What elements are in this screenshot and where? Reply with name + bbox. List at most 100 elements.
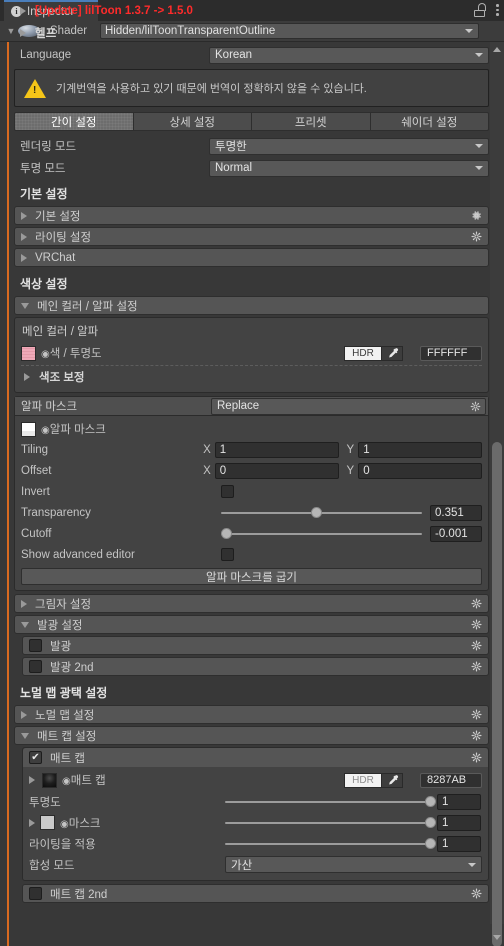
eyedropper-icon[interactable] xyxy=(381,345,403,361)
main-color-texture-thumb[interactable] xyxy=(21,345,36,361)
offset-x-field[interactable]: 0 xyxy=(214,462,339,479)
matcap-transparency-value: 1 xyxy=(442,795,449,808)
invert-row: Invert xyxy=(21,481,482,502)
show-advanced-checkbox[interactable] xyxy=(221,548,234,561)
settings-tabstrip: 간이 설정 상세 설정 프리셋 쉐이더 설정 xyxy=(14,112,489,131)
foldout-hue-correction[interactable]: 색조 보정 xyxy=(21,366,482,387)
foldout-basic-settings[interactable]: 기본 설정 xyxy=(14,206,489,225)
tab-shader-settings[interactable]: 쉐이더 설정 xyxy=(370,112,489,131)
transparency-slider[interactable] xyxy=(221,506,422,519)
language-dropdown[interactable]: Korean xyxy=(209,46,489,64)
matcap-transparency-field[interactable]: 1 xyxy=(437,793,481,810)
matcap-hdr-button[interactable]: HDR xyxy=(344,772,381,788)
matcap-2nd-checkbox[interactable] xyxy=(29,887,42,900)
slider-knob[interactable] xyxy=(424,817,436,828)
cutoff-slider[interactable] xyxy=(221,527,422,540)
emission-2nd-checkbox[interactable] xyxy=(29,660,42,673)
tiling-x-field[interactable]: 1 xyxy=(214,441,339,458)
foldout-emission-settings[interactable]: 발광 설정 xyxy=(14,615,489,634)
matcap-mask-thumb[interactable] xyxy=(40,815,55,830)
foldout-matcap-settings[interactable]: 매트 캡 설정 xyxy=(14,726,489,745)
foldout-label: 기본 설정 xyxy=(35,210,81,223)
gear-icon[interactable] xyxy=(471,598,482,609)
matcap-blend-mode-dropdown[interactable]: 가산 xyxy=(225,856,482,873)
help-label: 헬프 xyxy=(35,28,57,40)
triangle-right-icon xyxy=(21,253,27,262)
foldout-vrchat[interactable]: VRChat xyxy=(14,248,489,267)
gear-icon[interactable] xyxy=(471,730,482,741)
tab-label: 간이 설정 xyxy=(50,116,97,129)
gear-icon[interactable] xyxy=(471,231,482,242)
foldout-matcap-2nd[interactable]: 매트 캡 2nd xyxy=(22,884,489,903)
foldout-emission[interactable]: 발광 xyxy=(22,636,489,655)
rendering-mode-dropdown[interactable]: 투명한 xyxy=(209,137,489,155)
triangle-right-icon[interactable] xyxy=(29,776,35,784)
gear-icon[interactable] xyxy=(471,619,482,630)
slider-knob[interactable] xyxy=(221,528,232,539)
triangle-down-icon xyxy=(21,621,29,628)
alpha-mask-texture-thumb[interactable] xyxy=(21,421,36,437)
chevron-down-icon xyxy=(475,53,483,57)
scroll-down-button[interactable] xyxy=(491,932,503,942)
offset-y-field[interactable]: 0 xyxy=(358,462,482,479)
main-color-hex-field[interactable]: FFFFFF xyxy=(420,345,482,361)
matcap-texture-thumb[interactable] xyxy=(42,772,57,788)
tiling-label: Tiling xyxy=(21,443,49,456)
tab-simple-settings[interactable]: 간이 설정 xyxy=(14,112,134,131)
foldout-lighting-settings[interactable]: 라이팅 설정 xyxy=(14,227,489,246)
slider-knob[interactable] xyxy=(424,796,436,807)
bake-alpha-mask-button[interactable]: 알파 마스크를 굽기 xyxy=(21,568,482,585)
foldout-label: 발광 설정 xyxy=(37,619,83,632)
matcap-mask-field[interactable]: 1 xyxy=(437,814,481,831)
foldout-normal-map-settings[interactable]: 노멀 맵 설정 xyxy=(14,705,489,724)
tab-preset[interactable]: 프리셋 xyxy=(252,112,371,131)
gear-icon[interactable] xyxy=(471,752,482,763)
transparent-mode-dropdown[interactable]: Normal xyxy=(209,159,489,177)
vertical-scrollbar[interactable] xyxy=(490,42,504,946)
gear-icon[interactable] xyxy=(471,640,482,651)
transparency-field[interactable]: 0.351 xyxy=(430,504,482,521)
matcap-blend-mode-row: 합성 모드 가산 xyxy=(29,854,482,875)
matcap-toggle-header[interactable]: 매트 캡 xyxy=(23,748,488,767)
invert-checkbox[interactable] xyxy=(221,485,234,498)
foldout-shadow-settings[interactable]: 그림자 설정 xyxy=(14,594,489,613)
gear-icon[interactable] xyxy=(471,210,482,221)
triangle-right-icon[interactable] xyxy=(29,818,35,827)
matcap-apply-lighting-field[interactable]: 1 xyxy=(437,835,481,852)
alpha-mask-label: 알파 마스크 xyxy=(21,401,78,413)
emission-checkbox[interactable] xyxy=(29,639,42,652)
help-foldout[interactable]: 헬프 xyxy=(14,22,489,44)
gear-icon[interactable] xyxy=(471,709,482,720)
foldout-main-color-alpha[interactable]: 메인 컬러 / 알파 설정 xyxy=(14,296,489,315)
foldout-label: 발광 2nd xyxy=(50,661,94,674)
gear-icon[interactable] xyxy=(470,401,481,412)
scrollbar-thumb[interactable] xyxy=(492,442,502,946)
matcap-hex-field[interactable]: 8287AB xyxy=(420,772,482,788)
triangle-right-icon xyxy=(20,29,26,37)
show-advanced-label: Show advanced editor xyxy=(21,548,135,561)
eyedropper-icon[interactable] xyxy=(381,772,403,788)
scroll-up-button[interactable] xyxy=(491,44,503,54)
alpha-mask-header: 알파 마스크 Replace xyxy=(15,397,488,416)
gear-icon[interactable] xyxy=(471,888,482,899)
tab-detailed-settings[interactable]: 상세 설정 xyxy=(133,112,252,131)
cutoff-label: Cutoff xyxy=(21,527,52,540)
cutoff-field[interactable]: -0.001 xyxy=(430,525,482,542)
kebab-menu-icon[interactable] xyxy=(496,4,499,16)
chevron-down-icon xyxy=(468,862,476,867)
hdr-button[interactable]: HDR xyxy=(344,345,381,361)
matcap-transparency-slider[interactable] xyxy=(225,795,436,808)
slider-knob[interactable] xyxy=(311,507,323,518)
foldout-emission-2nd[interactable]: 발광 2nd xyxy=(22,657,489,676)
tiling-y-field[interactable]: 1 xyxy=(358,441,482,458)
slider-knob[interactable] xyxy=(424,838,436,849)
matcap-apply-lighting-slider[interactable] xyxy=(225,837,436,850)
alpha-mask-mode-dropdown[interactable]: Replace xyxy=(211,397,486,415)
matcap-checkbox[interactable] xyxy=(29,751,42,764)
main-color-box-title: 메인 컬러 / 알파 xyxy=(22,326,99,338)
update-notice-foldout[interactable]: [Update] lilToon 1.3.7 -> 1.5.0 xyxy=(14,0,489,22)
translation-warning-text: 기계번역을 사용하고 있기 때문에 번역이 정확하지 않을 수 있습니다. xyxy=(56,83,367,95)
transparent-mode-label: 투명 모드 xyxy=(20,163,66,175)
matcap-mask-slider[interactable] xyxy=(225,816,436,829)
gear-icon[interactable] xyxy=(471,661,482,672)
